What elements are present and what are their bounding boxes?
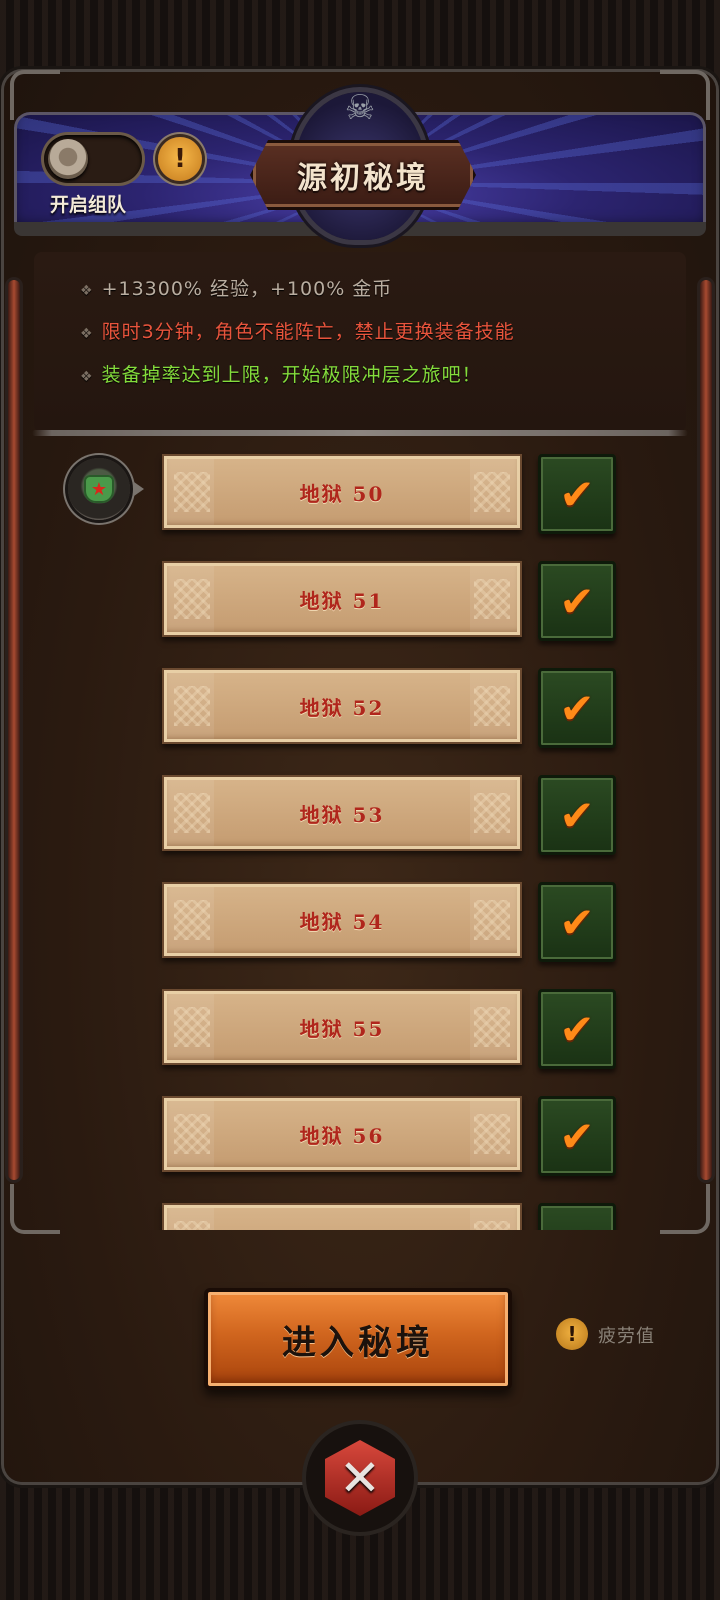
level-label: 地狱 53 (299, 802, 385, 827)
bonus-line-exp: ❖ +13300% 经验，+100% 金币 (80, 278, 393, 300)
level-label: 地狱 50 (299, 481, 385, 506)
crossed-swords-icon: ✕ (325, 1440, 395, 1516)
checkmark-icon: ✔ (559, 1004, 595, 1054)
divider (32, 430, 688, 436)
level-label: 地狱 56 (299, 1123, 385, 1148)
side-rail-right (700, 280, 712, 1180)
level-button[interactable]: 地狱 56 (162, 1096, 522, 1172)
bonus-line-drop: ❖ 装备掉率达到上限，开始极限冲层之旅吧！ (80, 364, 482, 386)
level-button[interactable]: 地狱 53 (162, 775, 522, 851)
bullet-icon: ❖ (80, 326, 94, 342)
level-complete-badge: ✔ (538, 561, 616, 641)
level-label: 地狱 55 (299, 1016, 385, 1041)
bullet-icon: ❖ (80, 283, 94, 299)
level-complete-badge: ✔ (538, 775, 616, 855)
level-button[interactable] (162, 1203, 522, 1230)
skull-icon: ☠ (344, 88, 376, 128)
checkmark-icon: ✔ (559, 1111, 595, 1161)
level-complete-badge: ✔ (538, 989, 616, 1069)
chest-armor-icon: ★ (68, 458, 130, 520)
level-button[interactable]: 地狱 55 (162, 989, 522, 1065)
enter-dungeon-button[interactable]: 进入秘境 (204, 1288, 512, 1390)
checkmark-icon: ✔ (559, 790, 595, 840)
current-level-pointer (134, 482, 144, 496)
level-label: 地狱 54 (299, 909, 385, 934)
fatigue-label[interactable]: 疲劳值 (598, 1322, 655, 1348)
level-label: 地狱 52 (299, 695, 385, 720)
info-icon[interactable]: ! (158, 137, 202, 181)
level-list[interactable]: ★ 地狱 50 ✔ 地狱 51 ✔ 地狱 52 ✔ 地狱 53 ✔ 地狱 54 … (34, 440, 686, 1230)
page-title: 源初秘境 (297, 161, 429, 196)
checkmark-icon: ✔ (559, 469, 595, 519)
level-button[interactable]: 地狱 54 (162, 882, 522, 958)
level-row[interactable]: ★ 地狱 50 ✔ (34, 440, 686, 534)
title-plate: 源初秘境 (250, 140, 476, 210)
level-row[interactable]: ✔ (34, 1189, 686, 1230)
team-toggle[interactable] (44, 135, 142, 183)
level-row[interactable]: 地狱 51 ✔ (34, 547, 686, 641)
level-button[interactable]: 地狱 50 (162, 454, 522, 530)
bullet-icon: ❖ (80, 369, 94, 385)
fatigue-info-icon[interactable]: ! (556, 1318, 588, 1350)
side-rail-left (8, 280, 20, 1180)
level-row[interactable]: 地狱 55 ✔ (34, 975, 686, 1069)
level-row[interactable]: 地狱 56 ✔ (34, 1082, 686, 1176)
level-row[interactable]: 地狱 52 ✔ (34, 654, 686, 748)
level-complete-badge: ✔ (538, 1096, 616, 1176)
level-button[interactable]: 地狱 52 (162, 668, 522, 744)
level-button[interactable]: 地狱 51 (162, 561, 522, 637)
level-row[interactable]: 地狱 54 ✔ (34, 868, 686, 962)
checkmark-icon: ✔ (559, 1219, 594, 1231)
level-label: 地狱 51 (299, 588, 385, 613)
level-complete-badge: ✔ (538, 454, 616, 534)
level-complete-badge: ✔ (538, 882, 616, 962)
level-row[interactable]: 地狱 53 ✔ (34, 761, 686, 855)
team-toggle-label: 开启组队 (50, 194, 127, 216)
checkmark-icon: ✔ (559, 683, 595, 733)
bonus-line-rules: ❖ 限时3分钟，角色不能阵亡，禁止更换装备技能 (80, 321, 515, 343)
toggle-knob (48, 139, 88, 179)
checkmark-icon: ✔ (559, 897, 595, 947)
level-complete-badge: ✔ (538, 668, 616, 748)
checkmark-icon: ✔ (559, 576, 595, 626)
level-complete-badge: ✔ (538, 1203, 616, 1230)
close-button[interactable]: ✕ (306, 1424, 414, 1532)
